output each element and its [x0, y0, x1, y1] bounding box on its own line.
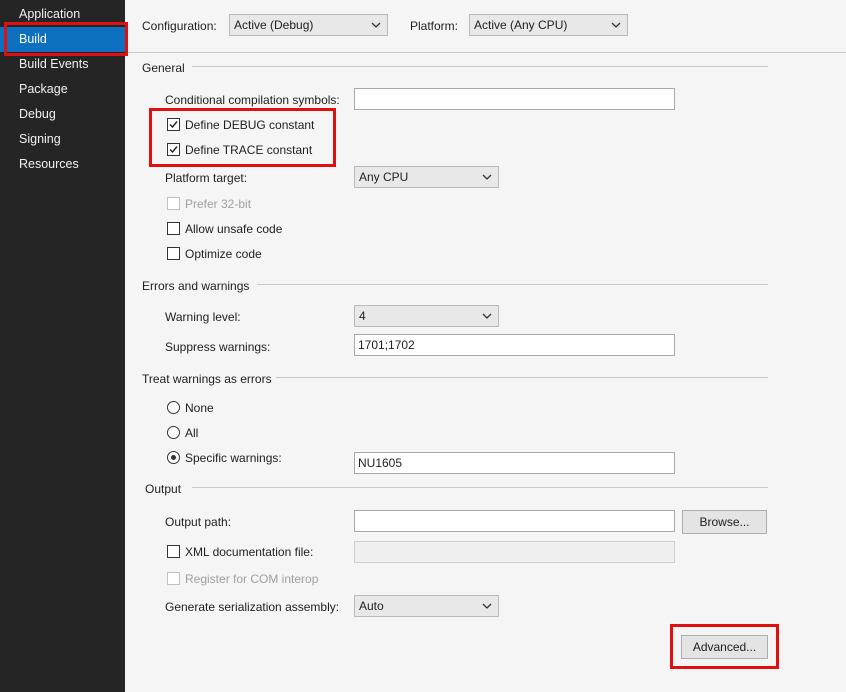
define-debug-checkbox[interactable]	[167, 118, 180, 131]
platform-value: Active (Any CPU)	[474, 18, 568, 32]
configuration-label: Configuration:	[142, 19, 217, 33]
define-trace-label: Define TRACE constant	[185, 143, 313, 157]
advanced-button[interactable]: Advanced...	[681, 635, 768, 659]
suppress-warnings-input[interactable]: 1701;1702	[354, 334, 675, 356]
sidebar-item-debug[interactable]: Debug	[0, 102, 125, 127]
top-divider	[125, 52, 846, 53]
allow-unsafe-checkbox[interactable]	[167, 222, 180, 235]
browse-button[interactable]: Browse...	[682, 510, 767, 534]
errors-divider	[257, 284, 768, 285]
output-path-label: Output path:	[165, 515, 232, 529]
platform-target-label: Platform target:	[165, 171, 248, 185]
platform-dropdown[interactable]: Active (Any CPU)	[469, 14, 628, 36]
xml-doc-checkbox[interactable]	[167, 545, 180, 558]
general-section-header: General	[142, 61, 185, 75]
treat-all-label: All	[185, 426, 199, 440]
warning-level-value: 4	[359, 309, 366, 323]
chevron-down-icon	[611, 22, 621, 28]
allow-unsafe-label: Allow unsafe code	[185, 222, 283, 236]
prefer-32bit-label: Prefer 32-bit	[185, 197, 252, 211]
sidebar-item-application[interactable]: Application	[0, 2, 125, 27]
warning-level-dropdown[interactable]: 4	[354, 305, 499, 327]
optimize-code-label: Optimize code	[185, 247, 262, 261]
build-properties-page: Configuration: Active (Debug) Platform: …	[125, 0, 846, 692]
configuration-dropdown[interactable]: Active (Debug)	[229, 14, 388, 36]
chevron-down-icon	[482, 313, 492, 319]
output-path-input[interactable]	[354, 510, 675, 532]
register-com-label: Register for COM interop	[185, 572, 319, 586]
sidebar-nav: Application Build Build Events Package D…	[0, 0, 131, 692]
treat-none-label: None	[185, 401, 214, 415]
chevron-down-icon	[482, 603, 492, 609]
output-divider	[192, 487, 768, 488]
checkmark-icon	[169, 146, 178, 154]
output-section-header: Output	[145, 482, 182, 496]
platform-label: Platform:	[410, 19, 459, 33]
platform-target-value: Any CPU	[359, 170, 409, 184]
sidebar-item-resources[interactable]: Resources	[0, 152, 125, 177]
platform-target-dropdown[interactable]: Any CPU	[354, 166, 499, 188]
define-trace-checkbox[interactable]	[167, 143, 180, 156]
treat-none-radio[interactable]	[167, 401, 180, 414]
conditional-symbols-label: Conditional compilation symbols:	[165, 93, 340, 107]
checkmark-icon	[169, 121, 178, 129]
serialization-assembly-label: Generate serialization assembly:	[165, 600, 340, 614]
specific-warnings-label: Specific warnings:	[185, 451, 282, 465]
register-com-checkbox[interactable]	[167, 572, 180, 585]
general-divider	[192, 66, 768, 67]
prefer-32bit-checkbox[interactable]	[167, 197, 180, 210]
serialization-assembly-dropdown[interactable]: Auto	[354, 595, 499, 617]
treat-all-radio[interactable]	[167, 426, 180, 439]
warning-level-label: Warning level:	[165, 310, 241, 324]
sidebar-item-build-events[interactable]: Build Events	[0, 52, 125, 77]
chevron-down-icon	[371, 22, 381, 28]
treat-warnings-section-header: Treat warnings as errors	[142, 372, 272, 386]
optimize-code-checkbox[interactable]	[167, 247, 180, 260]
xml-doc-label: XML documentation file:	[185, 545, 314, 559]
configuration-value: Active (Debug)	[234, 18, 314, 32]
serialization-assembly-value: Auto	[359, 599, 384, 613]
define-debug-label: Define DEBUG constant	[185, 118, 315, 132]
sidebar-item-signing[interactable]: Signing	[0, 127, 125, 152]
suppress-warnings-label: Suppress warnings:	[165, 340, 271, 354]
errors-section-header: Errors and warnings	[142, 279, 250, 293]
conditional-symbols-input[interactable]	[354, 88, 675, 110]
xml-doc-input[interactable]	[354, 541, 675, 563]
chevron-down-icon	[482, 174, 492, 180]
sidebar-item-package[interactable]: Package	[0, 77, 125, 102]
specific-warnings-input[interactable]: NU1605	[354, 452, 675, 474]
sidebar-item-label: Build	[19, 32, 47, 46]
treat-specific-radio[interactable]	[167, 451, 180, 464]
treat-warnings-divider	[276, 377, 768, 378]
radio-selected-dot	[171, 455, 176, 460]
sidebar-item-build[interactable]: Build	[0, 27, 131, 52]
